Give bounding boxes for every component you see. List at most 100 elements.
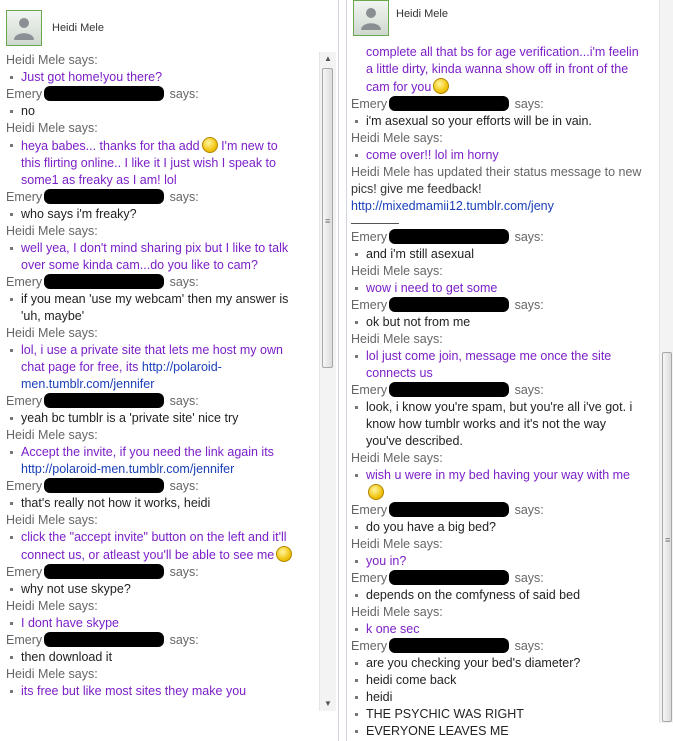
conversation-scrollbar[interactable]: ≡ — [659, 0, 673, 723]
message-text: then download it — [6, 649, 316, 666]
message-line: look, i know you're spam, but you're all… — [366, 400, 633, 414]
message-text: http://polaroid-men.tumblr.com/jennifer — [6, 461, 316, 478]
message-line: depends on the comfyness of said bed — [366, 588, 581, 602]
message-text: click the "accept invite" button on the … — [6, 529, 316, 546]
message-text: its free but like most sites they make y… — [6, 683, 316, 700]
redaction-bar — [44, 393, 165, 408]
message-text: heidi come back — [351, 672, 658, 689]
speaker-line: Emery says: — [6, 274, 316, 291]
says-label: says: — [514, 383, 544, 397]
message-line: if you mean 'use my webcam' then my answ… — [21, 292, 289, 306]
message-text: depends on the comfyness of said bed — [351, 587, 658, 604]
message-line: Just got home!you there? — [21, 70, 163, 84]
message-line: this flirting online.. I like it I just … — [21, 156, 276, 170]
says-label: says: — [169, 633, 199, 647]
speaker-name: Heidi Mele — [6, 224, 66, 238]
message-line: connect us, or atleast you'll be able to… — [21, 548, 275, 562]
speaker-line: Emery says: — [351, 502, 658, 519]
message-text: heidi — [351, 689, 658, 706]
message-line: are you checking your bed's diameter? — [366, 656, 581, 670]
redaction-bar — [389, 297, 510, 312]
message-line: no — [21, 104, 35, 118]
says-label: says: — [413, 605, 443, 619]
redaction-bar — [389, 638, 510, 653]
message-line: lol just come join, message me once the … — [366, 349, 612, 363]
message-line: I'm new to — [217, 139, 278, 153]
message-line: click the "accept invite" button on the … — [21, 530, 287, 544]
speaker-name: Heidi Mele — [6, 53, 66, 67]
message-line: heidi — [366, 690, 393, 704]
message-text: yeah bc tumblr is a 'private site' nice … — [6, 410, 316, 427]
says-label: says: — [169, 479, 199, 493]
message-link[interactable]: http://polaroid- — [142, 360, 222, 374]
speaker-line: Emery says: — [6, 478, 316, 495]
message-line: Accept the invite, if you need the link … — [21, 445, 274, 459]
speaker-name: Emery — [351, 97, 388, 111]
conversation-scrollbar[interactable]: ▲ ≡ ▼ — [319, 52, 336, 711]
scroll-thumb[interactable]: ≡ — [662, 352, 672, 722]
contact-name: Heidi Mele — [396, 8, 448, 20]
speaker-name: Emery — [6, 633, 43, 647]
speaker-line: Emery says: — [351, 382, 658, 399]
says-label: says: — [413, 131, 443, 145]
message-line: that's really not how it works, heidi — [21, 496, 211, 510]
speaker-name: Emery — [351, 298, 388, 312]
says-label: says: — [514, 639, 544, 653]
message-link[interactable]: http://polaroid-men.tumblr.com/jennifer — [21, 462, 234, 476]
says-label: says: — [169, 275, 199, 289]
message-line: k one sec — [366, 622, 420, 636]
speaker-line: Heidi Mele says: — [6, 223, 316, 240]
scroll-thumb[interactable]: ≡ — [322, 68, 333, 368]
right-chat-pane: Heidi Mele complete all that bs for age … — [346, 0, 673, 741]
says-label: says: — [68, 121, 98, 135]
message-text: no — [6, 103, 316, 120]
message-text: THE PSYCHIC WAS RIGHT — [351, 706, 658, 723]
message-text: come over!! lol im horny — [351, 147, 658, 164]
message-text: well yea, I don't mind sharing pix but I… — [6, 240, 316, 257]
message-text: that's really not how it works, heidi — [6, 495, 316, 512]
message-line: complete all that bs for age verificatio… — [366, 45, 639, 59]
message-line: connects us — [366, 366, 433, 380]
speaker-line: Emery says: — [6, 564, 316, 581]
speaker-line: Heidi Mele says: — [6, 512, 316, 529]
speaker-name: Heidi Mele — [6, 599, 66, 613]
speaker-name: Heidi Mele — [6, 667, 66, 681]
says-label: says: — [68, 326, 98, 340]
message-text: men.tumblr.com/jennifer — [6, 376, 316, 393]
message-line: you've described. — [366, 434, 463, 448]
message-text: wow i need to get some — [351, 280, 658, 297]
message-text: heya babes... thanks for tha add I'm new… — [6, 137, 316, 155]
message-text: cam for you — [351, 78, 658, 96]
says-label: says: — [514, 571, 544, 585]
message-text — [351, 484, 658, 502]
message-text: lol just come join, message me once the … — [351, 348, 658, 365]
speaker-line: Emery says: — [351, 638, 658, 655]
message-line: and i'm still asexual — [366, 247, 474, 261]
contact-avatar-icon[interactable] — [6, 10, 42, 46]
speaker-line: Heidi Mele says: — [351, 331, 658, 348]
says-label: says: — [68, 224, 98, 238]
message-line: THE PSYCHIC WAS RIGHT — [366, 707, 524, 721]
status-notice-text: http://mixedmamii12.tumblr.com/jeny — [351, 198, 658, 215]
scroll-up-icon[interactable]: ▲ — [320, 52, 336, 66]
message-text: I dont have skype — [6, 615, 316, 632]
message-line: know how tumblr works and it's not the w… — [366, 417, 606, 431]
speaker-line: Heidi Mele says: — [351, 130, 658, 147]
message-link[interactable]: men.tumblr.com/jennifer — [21, 377, 154, 391]
says-label: says: — [413, 264, 443, 278]
says-label: says: — [169, 190, 199, 204]
message-link[interactable]: http://mixedmamii12.tumblr.com/jeny — [351, 199, 554, 213]
message-text: and i'm still asexual — [351, 246, 658, 263]
says-label: says: — [169, 87, 199, 101]
message-line: yeah bc tumblr is a 'private site' nice … — [21, 411, 239, 425]
contact-avatar-icon[interactable] — [353, 0, 389, 36]
speaker-name: Emery — [6, 479, 43, 493]
message-text: know how tumblr works and it's not the w… — [351, 416, 658, 433]
speaker-line: Heidi Mele says: — [6, 120, 316, 137]
speaker-name: Heidi Mele — [351, 605, 411, 619]
message-text: you in? — [351, 553, 658, 570]
redaction-bar — [389, 502, 510, 517]
message-line: then download it — [21, 650, 113, 664]
speaker-name: Heidi Mele — [351, 451, 411, 465]
scroll-down-icon[interactable]: ▼ — [320, 697, 336, 711]
